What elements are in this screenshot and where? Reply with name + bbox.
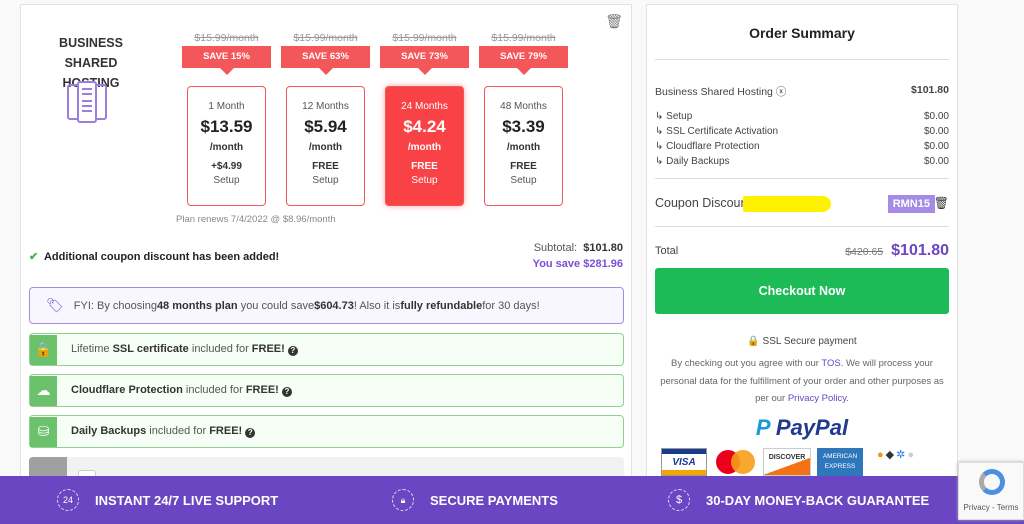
subitem: ↳ Daily Backups $0.00: [655, 156, 949, 167]
paypal-logo: P PayPal: [755, 415, 849, 440]
coupon-discount-label: Coupon Discount: [655, 196, 831, 212]
privacy-policy-link[interactable]: Privacy Policy: [788, 393, 846, 404]
coupon-code-badge: RMN15: [887, 195, 935, 213]
recaptcha-badge[interactable]: Privacy - Terms: [958, 462, 1024, 520]
order-summary-panel: Order Summary Business Shared Hosting ⓧ $…: [646, 4, 958, 524]
footer-secure: 🔒︎ SECURE PAYMENTS: [392, 476, 558, 524]
save-badge: SAVE 15%: [182, 46, 271, 75]
save-badge: SAVE 63%: [281, 46, 370, 75]
legal-text: By checking out you agree with our TOS. …: [660, 358, 944, 404]
divider: [655, 59, 949, 60]
tag-icon: 🏷: [46, 297, 64, 313]
help-icon[interactable]: ?: [281, 387, 292, 397]
plan-1-month[interactable]: $15.99/month SAVE 15% 1 Month $13.59/month +…: [182, 5, 271, 206]
total-old-price: $420.65: [845, 246, 884, 258]
delete-item-trash-icon[interactable]: 🗑: [605, 13, 623, 30]
coupon-added-message: ✔ Additional coupon discount has been ad…: [29, 251, 280, 263]
footer-guarantee: $30-DAY MONEY-BACK GUARANTEE: [668, 476, 929, 524]
lock-icon: 🔒︎: [392, 489, 414, 511]
feature-ssl: 🔒 Lifetime SSL certificate included for F…: [29, 333, 624, 366]
crypto-icons: ●◆✲●: [877, 449, 916, 461]
mastercard-logo: [716, 450, 756, 474]
plan-48-months[interactable]: $15.99/month SAVE 79% 48 Months $3.39/month…: [479, 5, 568, 206]
recaptcha-privacy-terms[interactable]: Privacy - Terms: [959, 503, 1023, 512]
checkout-now-button[interactable]: Checkout Now: [655, 268, 949, 314]
order-summary-title: Order Summary: [749, 25, 855, 41]
discover-logo: DISCOVER: [763, 448, 811, 476]
feature-backups: ⛁ Daily Backups included for FREE! ?: [29, 415, 624, 448]
total-price: $101.80: [891, 242, 949, 259]
database-icon: ⛁: [30, 416, 57, 447]
save-badge: SAVE 79%: [479, 46, 568, 75]
help-icon[interactable]: ?: [287, 346, 298, 356]
subtotal: Subtotal: $101.80 You save $281.96: [532, 242, 623, 270]
visa-logo: VISA: [661, 448, 707, 476]
ssl-secure-note: 🔒 SSL Secure payment: [747, 336, 857, 347]
divider: [655, 226, 949, 227]
tos-link[interactable]: TOS: [821, 358, 840, 369]
guarantee-footer: 24 INSTANT 24/7 LIVE SUPPORT 🔒︎ SECURE PAY…: [0, 476, 1024, 524]
feature-cloudflare: ☁ Cloudflare Protection included for FREE…: [29, 374, 624, 407]
total-prices: $420.65 $101.80: [845, 242, 949, 260]
summary-item: Business Shared Hosting ⓧ $101.80: [655, 84, 949, 98]
lock-icon: 🔒: [747, 336, 760, 347]
summary-items: Business Shared Hosting ⓧ $101.80 ↳ Setup…: [647, 84, 957, 169]
cart-item-panel: 🗑 BUSINESS SHAREDHOSTING $15.99/monthSAV…: [20, 4, 632, 524]
check-icon: ✔: [29, 251, 39, 263]
cloud-icon: ☁: [30, 375, 57, 406]
24-hour-icon: 24: [57, 489, 79, 511]
plan-options: $15.99/month SAVE 15% 1 Month $13.59/month +…: [182, 5, 577, 215]
save-badge: SAVE 73%: [380, 46, 469, 75]
highlight-mark: [743, 196, 831, 212]
remove-coupon-trash-icon[interactable]: 🗑: [934, 196, 949, 210]
plan-24-months[interactable]: $15.99/month SAVE 73% 24 Months $4.24/month…: [380, 5, 469, 206]
remove-item-icon[interactable]: ⓧ: [776, 86, 787, 98]
plan-12-months[interactable]: $15.99/month SAVE 63% 12 Months $5.94/month…: [281, 5, 370, 206]
plan-renewal-note: Plan renews 7/4/2022 @ $8.96/month: [176, 214, 336, 225]
subitem: ↳ SSL Certificate Activation $0.00: [655, 126, 949, 137]
lock-shield-icon: 🔒: [30, 334, 57, 365]
recaptcha-logo-icon: [979, 469, 1005, 495]
amex-logo: AMERICAN EXPRESS: [817, 448, 863, 476]
subitem: ↳ Setup $0.00: [655, 111, 949, 122]
total-label: Total: [655, 245, 679, 257]
footer-support: 24 INSTANT 24/7 LIVE SUPPORT: [57, 476, 278, 524]
subitem: ↳ Cloudflare Protection $0.00: [655, 141, 949, 152]
subitem-list: ↳ Setup $0.00 ↳ SSL Certificate Activatio…: [647, 109, 957, 169]
divider: [655, 178, 949, 179]
help-icon[interactable]: ?: [245, 428, 256, 438]
fyi-banner: 🏷 FYI: By choosing 48 months plan you co…: [29, 287, 624, 324]
dollar-icon: $: [668, 489, 690, 511]
server-icon: [67, 81, 107, 123]
